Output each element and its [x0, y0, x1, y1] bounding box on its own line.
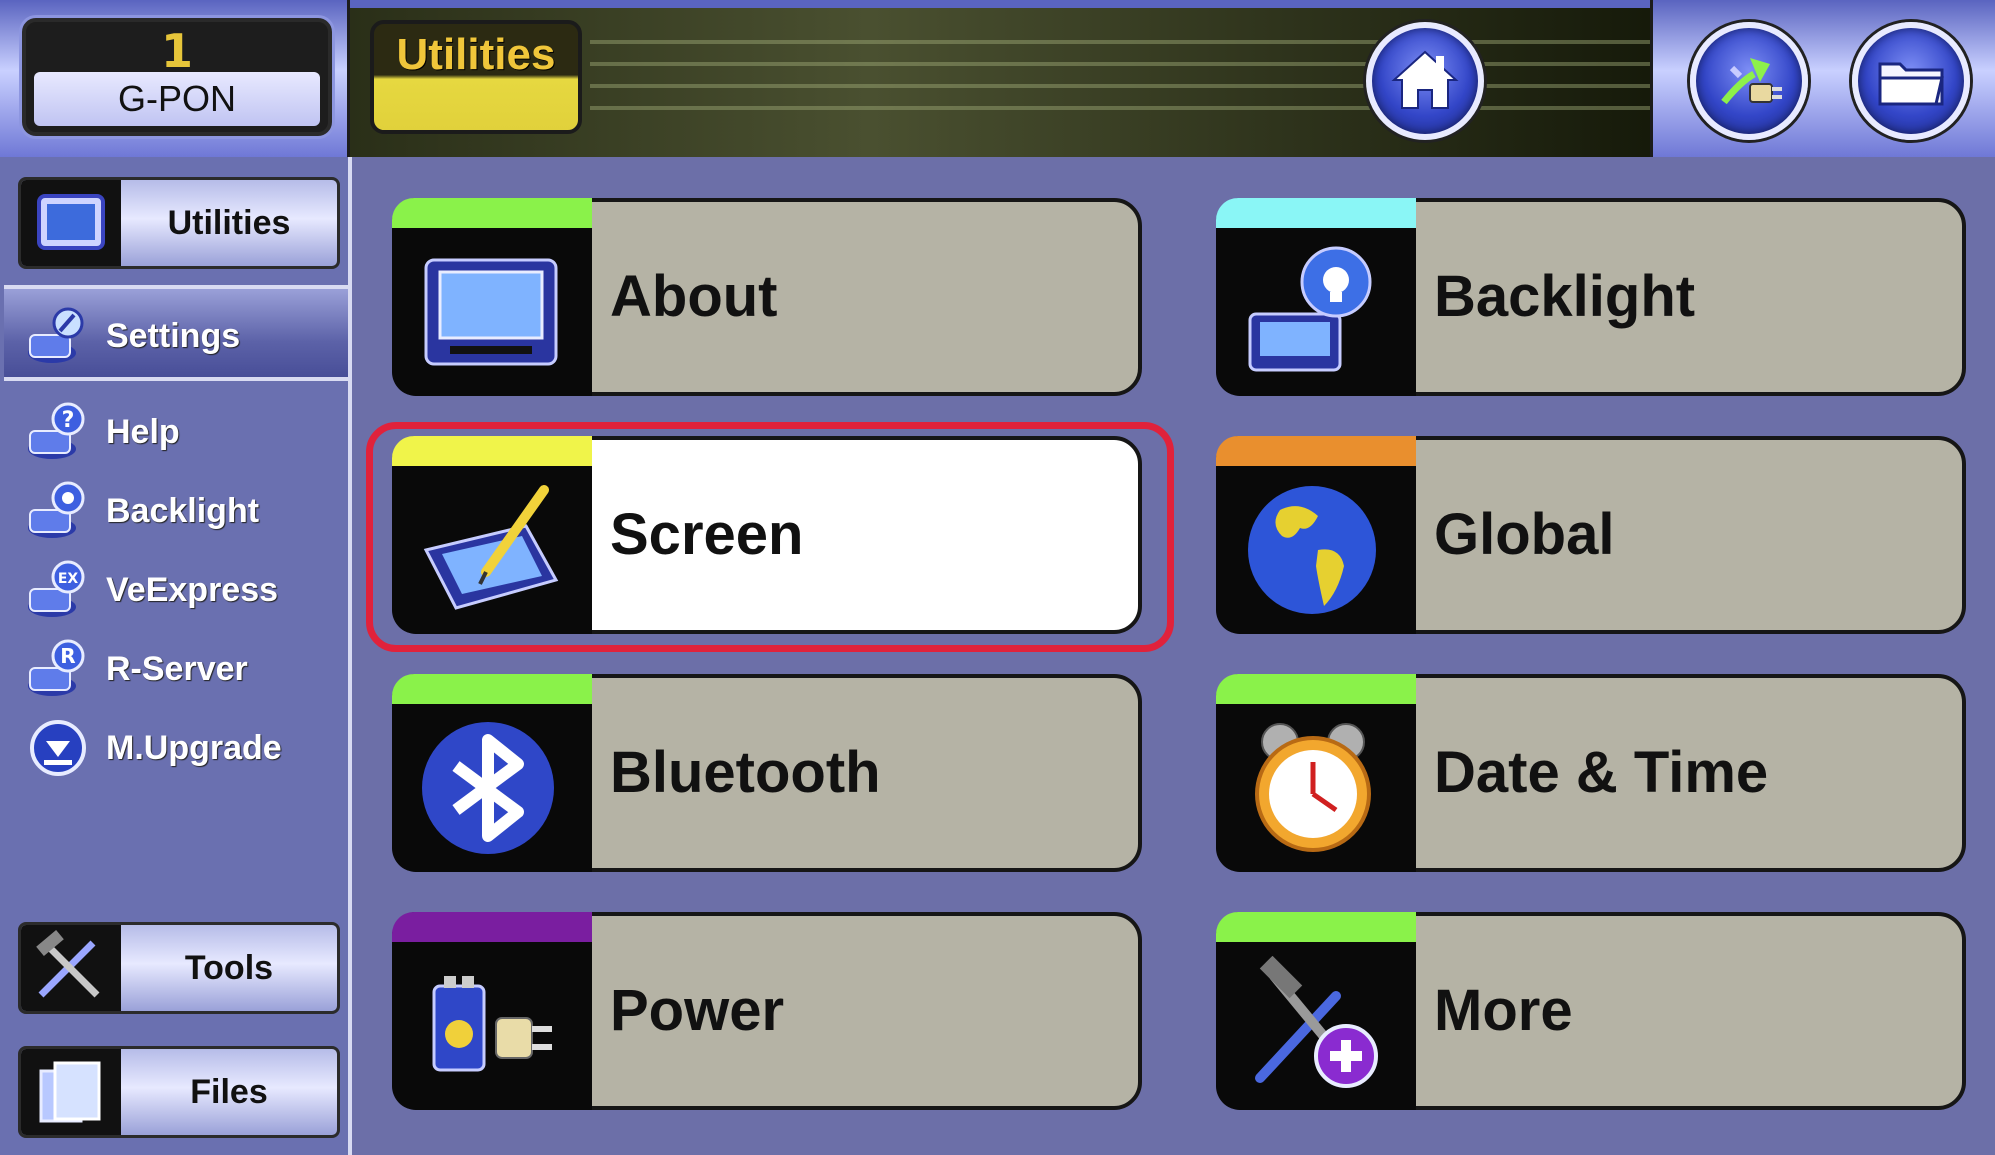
sidebar-item-label: Help — [106, 413, 180, 451]
card-label: Backlight — [1434, 264, 1696, 329]
connectivity-button[interactable] — [1690, 22, 1808, 140]
r-server-icon: R — [28, 639, 85, 696]
alarm-clock-icon — [1255, 723, 1371, 852]
card-color-stripe — [1216, 912, 1416, 942]
title-bar-stripe — [590, 40, 1650, 44]
date-time-card[interactable]: Date & Time — [1216, 674, 1966, 872]
card-color-stripe — [392, 198, 592, 228]
sidebar-item-help[interactable]: ? Help — [24, 397, 344, 467]
tools-icon — [36, 930, 100, 998]
utilities-tile-icon-box — [21, 180, 121, 266]
selection-highlight — [366, 422, 1174, 652]
sidebar-tile-label: Utilities — [167, 204, 291, 242]
title-bar-stripe — [590, 106, 1650, 110]
page-title: Utilities — [396, 30, 556, 79]
card-icon-box — [392, 912, 592, 1110]
home-button[interactable] — [1366, 22, 1484, 140]
card-icon-box — [392, 198, 592, 396]
bluetooth-card[interactable]: Bluetooth — [392, 674, 1142, 872]
top-bar: 1 G-PON Utilities — [0, 0, 1995, 157]
card-color-stripe — [392, 674, 592, 704]
card-label: Global — [1434, 502, 1615, 567]
files-tile-icon-box — [21, 1049, 121, 1135]
card-color-stripe — [1216, 674, 1416, 704]
card-color-stripe — [1216, 436, 1416, 466]
tools-tile-icon-box — [21, 925, 121, 1011]
card-label: More — [1434, 978, 1573, 1043]
global-card[interactable]: Global — [1216, 436, 1966, 634]
page-title-tab: Utilities — [370, 20, 582, 134]
test-set-icon — [424, 258, 558, 366]
card-icon-box — [1216, 912, 1416, 1110]
card-label: Power — [610, 978, 785, 1043]
card-label: About — [610, 264, 778, 329]
folder-icon — [1878, 62, 1944, 106]
port-type-label: G-PON — [34, 72, 320, 126]
sidebar-tile-label: Files — [190, 1073, 268, 1111]
sidebar-item-label: VeExpress — [106, 571, 279, 609]
card-icon-box — [392, 674, 592, 872]
card-color-stripe — [1216, 198, 1416, 228]
title-bar-stripe — [590, 84, 1650, 88]
port-selector[interactable]: 1 G-PON — [22, 18, 332, 136]
card-label: Bluetooth — [610, 740, 881, 805]
download-icon — [30, 720, 86, 776]
settings-row: Settings — [24, 301, 344, 371]
more-card[interactable]: More — [1216, 912, 1966, 1110]
card-color-stripe — [392, 912, 592, 942]
sidebar-tile-files[interactable]: Files — [18, 1046, 340, 1138]
sidebar-item-settings[interactable]: Settings — [4, 285, 348, 381]
backlight-bulb-icon — [1248, 246, 1372, 372]
sidebar-item-label: M.Upgrade — [106, 729, 282, 767]
wrench-device-icon — [28, 307, 84, 363]
sidebar-tile-utilities[interactable]: Utilities — [18, 177, 340, 269]
bluetooth-icon — [422, 722, 554, 854]
port-panel: 1 G-PON — [0, 0, 350, 157]
veexpress-icon: EX — [28, 560, 85, 617]
plug-connect-icon — [1721, 58, 1782, 105]
help-icon: ? — [28, 402, 85, 459]
sidebar-item-label: R-Server — [106, 650, 248, 688]
backlight-card[interactable]: Backlight — [1216, 198, 1966, 396]
sidebar-item-r-server[interactable]: R R-Server — [24, 634, 344, 704]
tools-plus-icon — [1255, 956, 1378, 1088]
title-bar-stripe — [590, 62, 1650, 66]
about-card[interactable]: About — [392, 198, 1142, 396]
home-icon — [1391, 50, 1459, 109]
sidebar-item-veexpress[interactable]: EX VeExpress — [24, 555, 344, 625]
globe-icon — [1248, 486, 1376, 614]
svg-text:EX: EX — [58, 571, 79, 587]
files-icon — [39, 1061, 101, 1123]
power-card[interactable]: Power — [392, 912, 1142, 1110]
svg-text:R: R — [60, 644, 75, 668]
sidebar-tile-label: Tools — [184, 949, 274, 987]
sidebar-section-label: Settings — [106, 317, 241, 355]
monitor-icon — [37, 194, 105, 250]
port-number: 1 — [160, 24, 193, 78]
svg-text:?: ? — [62, 408, 75, 433]
file-manager-button[interactable] — [1852, 22, 1970, 140]
sidebar: Utilities Settings ? Help Backlight EX V… — [0, 157, 352, 1155]
backlight-icon — [28, 481, 85, 538]
sidebar-item-backlight[interactable]: Backlight — [24, 476, 344, 546]
battery-plug-icon — [432, 976, 552, 1072]
card-icon-box — [1216, 436, 1416, 634]
card-icon-box — [1216, 198, 1416, 396]
sidebar-item-m-upgrade[interactable]: M.Upgrade — [24, 713, 344, 783]
card-label: Date & Time — [1434, 740, 1769, 805]
sidebar-item-label: Backlight — [106, 492, 260, 530]
card-icon-box — [1216, 674, 1416, 872]
sidebar-tile-tools[interactable]: Tools — [18, 922, 340, 1014]
